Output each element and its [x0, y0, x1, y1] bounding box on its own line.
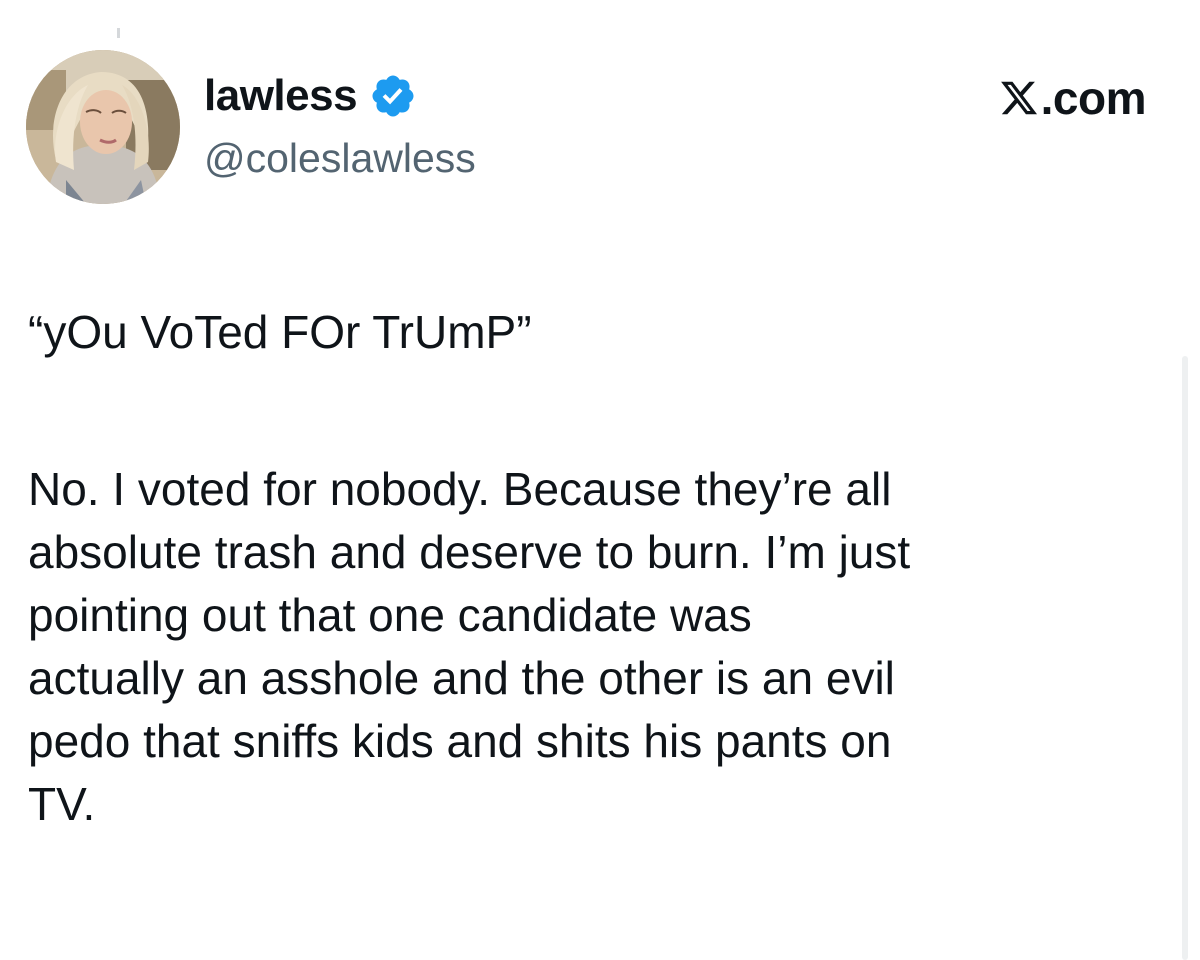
tweet-body-line: actually an asshole and the other is an …	[28, 652, 895, 704]
tweet-body-line: TV.	[28, 778, 96, 830]
author-display-name[interactable]: lawless	[204, 68, 358, 124]
brand-domain: .com	[1040, 72, 1147, 124]
source-brand[interactable]: .com	[999, 70, 1147, 126]
author-handle[interactable]: @coleslawless	[204, 132, 476, 184]
author-name-row[interactable]: lawless	[204, 68, 417, 124]
verified-badge-icon	[369, 72, 417, 120]
tweet-body-line: pedo that sniffs kids and shits his pant…	[28, 715, 892, 767]
avatar-photo	[26, 50, 180, 204]
tweet-quote-line: “yOu VoTed FOr TrUmP”	[28, 306, 532, 358]
tweet-body-line: No. I voted for nobody. Because they’re …	[28, 463, 892, 515]
x-logo-icon	[1000, 81, 1037, 115]
tweet-card: lawless @coleslawless .com “yOu VoTed FO…	[0, 0, 1200, 960]
tweet-body-line: absolute trash and deserve to burn. I’m …	[28, 526, 911, 578]
tweet-body-line: pointing out that one candidate was	[28, 589, 752, 641]
scrollbar[interactable]	[1182, 356, 1188, 960]
tweet-body: No. I voted for nobody. Because they’re …	[28, 458, 1178, 836]
divider-mark	[117, 28, 120, 38]
avatar[interactable]	[26, 50, 180, 204]
